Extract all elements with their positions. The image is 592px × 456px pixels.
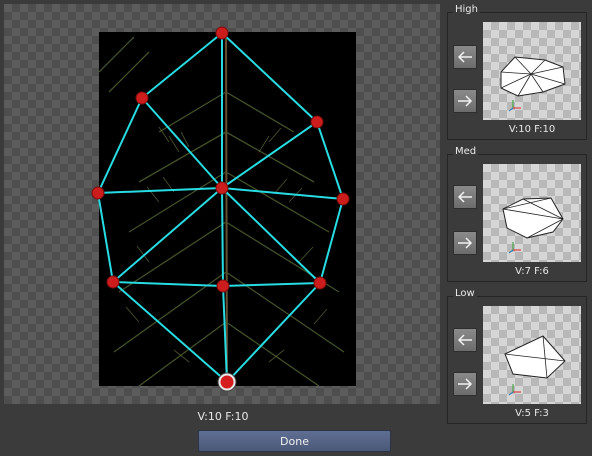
mesh-vertex-selected[interactable] — [217, 372, 237, 392]
done-button[interactable]: Done — [198, 430, 391, 452]
lod-label: Med — [453, 146, 479, 158]
mesh-overlay[interactable] — [4, 4, 440, 404]
mesh-vertex[interactable] — [106, 275, 120, 289]
mesh-vertex[interactable] — [310, 115, 324, 129]
lod-panel-med: Med V:7 F:6 — [447, 146, 587, 282]
lod-preview — [483, 22, 581, 120]
lod-panel-high: High V:10 F:10 — [447, 4, 587, 140]
arrow-left-icon — [457, 334, 472, 346]
mesh-vertex[interactable] — [216, 279, 230, 293]
prev-lod-button[interactable] — [453, 45, 477, 69]
next-lod-button[interactable] — [453, 89, 477, 113]
lod-preview — [483, 306, 581, 404]
mesh-edges — [97, 32, 344, 383]
arrow-right-icon — [458, 378, 473, 390]
lod-mesh-preview — [502, 197, 564, 254]
arrow-left-icon — [457, 51, 472, 63]
lod-label: Low — [453, 288, 477, 300]
mesh-vertex[interactable] — [215, 181, 229, 195]
prev-lod-button[interactable] — [453, 328, 477, 352]
lod-stats: V:7 F:6 — [515, 266, 549, 277]
mesh-stats: V:10 F:10 — [197, 410, 249, 423]
lod-stats: V:10 F:10 — [508, 124, 556, 135]
mesh-vertices[interactable] — [91, 26, 350, 293]
lod-mesh-preview — [504, 335, 566, 396]
lod-panel-low: Low V:5 F:3 — [447, 288, 587, 424]
lod-mesh-preview — [500, 56, 566, 112]
arrow-left-icon — [457, 191, 472, 203]
mesh-vertex[interactable] — [135, 91, 149, 105]
mesh-vertex[interactable] — [91, 186, 105, 200]
lod-label: High — [453, 4, 480, 16]
prev-lod-button[interactable] — [453, 185, 477, 209]
arrow-right-icon — [458, 237, 473, 249]
mesh-editor-viewport[interactable] — [4, 4, 440, 404]
mesh-vertex[interactable] — [215, 26, 229, 40]
mesh-vertex[interactable] — [336, 192, 350, 206]
next-lod-button[interactable] — [453, 231, 477, 255]
next-lod-button[interactable] — [453, 372, 477, 396]
lod-preview — [483, 164, 581, 262]
lod-stats: V:5 F:3 — [515, 408, 549, 419]
mesh-vertex[interactable] — [313, 276, 327, 290]
arrow-right-icon — [458, 95, 473, 107]
